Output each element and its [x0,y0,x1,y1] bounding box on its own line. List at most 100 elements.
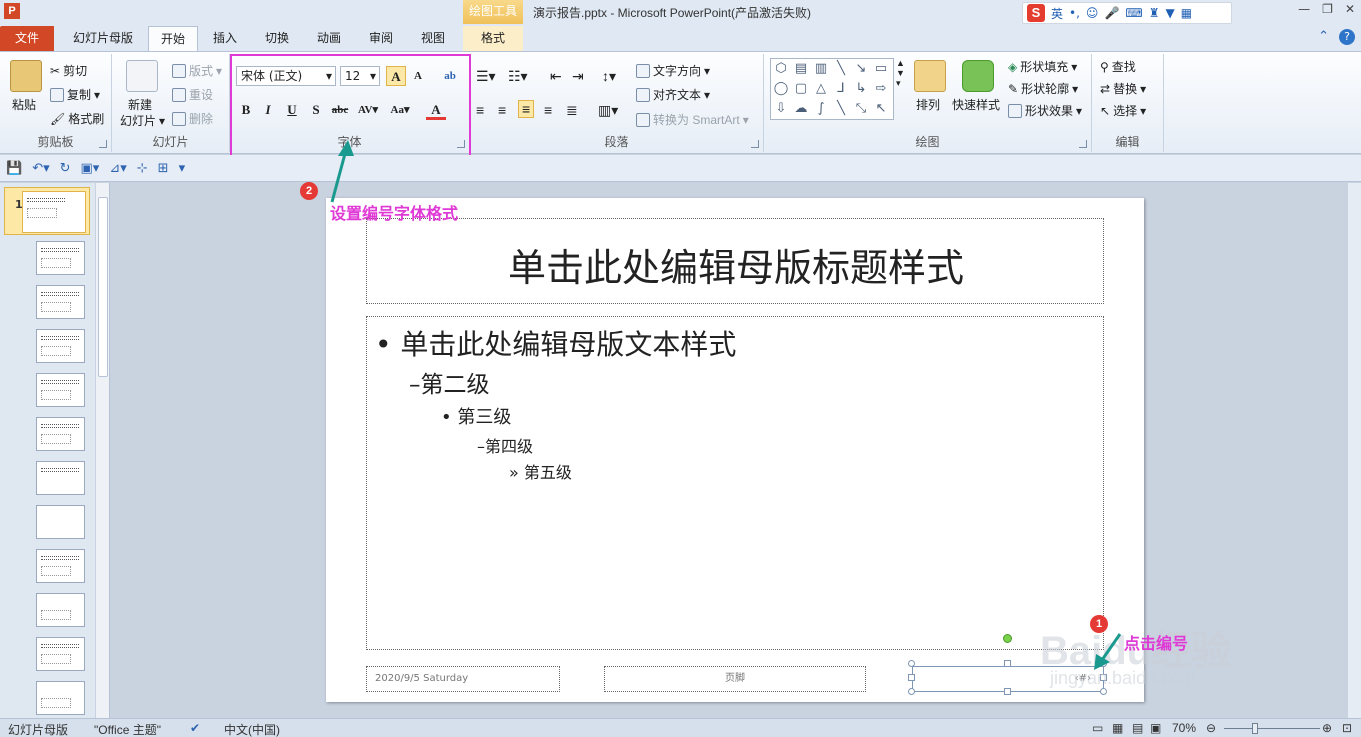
delete-button[interactable]: 删除 [172,110,213,127]
down-arrow-shape-icon[interactable]: ⇩ [771,99,791,119]
curve-shape-icon[interactable]: ∫ [811,99,831,119]
thumbnail-scrollbar[interactable] [95,183,109,718]
title-placeholder[interactable]: 单击此处编辑母版标题样式 [366,218,1104,304]
layout-thumbnail[interactable] [36,505,85,539]
align-left-icon[interactable]: ≡ [476,102,484,118]
thumbnail-scroll-thumb[interactable] [98,197,108,377]
customize-qat-icon[interactable]: ▾ [179,161,186,176]
tab-view[interactable]: 视图 [410,26,456,51]
paragraph-launcher-icon[interactable] [751,140,759,148]
drawing-launcher-icon[interactable] [1079,140,1087,148]
emoji-icon[interactable]: ☺ [1086,6,1099,20]
theme-indicator[interactable]: "Office 主题" [94,721,161,737]
layout-button[interactable]: 版式 ▾ [172,62,222,79]
help-icon[interactable]: ? [1339,29,1355,45]
layout-thumbnail[interactable] [36,417,85,451]
convert-smartart-button[interactable]: 转换为 SmartArt ▾ [636,111,749,128]
align-right-icon[interactable]: ≡ [518,100,535,118]
freeform-shape-icon[interactable]: ↖ [871,99,891,119]
quick-styles-icon[interactable] [962,60,994,92]
group-icon[interactable]: ⊞ [158,161,169,176]
rounded-rect-shape-icon[interactable]: ▢ [791,79,811,99]
slideshow-view-icon[interactable]: ▣ [1150,721,1161,735]
layout-thumbnail[interactable] [36,681,85,715]
columns-icon[interactable]: ▥▾ [598,102,618,119]
layout-thumbnail[interactable] [36,373,85,407]
tab-slide-master[interactable]: 幻灯片母版 [62,26,144,51]
arrange-button[interactable]: 排列 [916,96,940,113]
powerpoint-app-icon[interactable]: P [4,3,20,19]
tab-format[interactable]: 格式 [463,26,523,51]
shape-outline-button[interactable]: ✎ 形状轮廓 ▾ [1008,80,1078,97]
cloud-shape-icon[interactable]: ☁ [791,99,811,119]
skin-icon[interactable]: ♜ [1149,6,1160,20]
resize-handle[interactable] [1004,660,1011,667]
tab-transitions[interactable]: 切换 [254,26,300,51]
tab-review[interactable]: 审阅 [358,26,404,51]
elbow-connector-shape-icon[interactable]: ⅃ [831,79,851,99]
slide-master-thumbnail[interactable] [22,191,86,233]
reading-view-icon[interactable]: ▤ [1132,721,1143,735]
slideshow-icon[interactable]: ▣▾ [81,161,100,176]
layout-thumbnail[interactable] [36,461,85,495]
oval-shape-icon[interactable]: ◯ [771,79,791,99]
layout-thumbnail[interactable] [36,241,85,275]
line-shape-icon[interactable]: ╲ [831,59,851,79]
sorter-view-icon[interactable]: ▦ [1112,721,1123,735]
hexagon-shape-icon[interactable]: ⬡ [771,59,791,79]
restore-icon[interactable]: ❐ [1322,2,1333,16]
layout-thumbnail[interactable] [36,329,85,363]
keyboard-icon[interactable]: ⌨ [1125,6,1142,20]
gallery-scroll[interactable]: ▲ ▼ ▾ [896,58,905,89]
punctuation-icon[interactable]: •, [1069,6,1080,20]
tab-file[interactable]: 文件 [0,26,54,51]
find-button[interactable]: ⚲ 查找 [1100,58,1136,75]
right-arrow-shape-icon[interactable]: ⇨ [871,79,891,99]
shape-effects-button[interactable]: 形状效果 ▾ [1008,102,1082,119]
textbox-shape-icon[interactable]: ▤ [791,59,811,79]
collapse-ribbon-icon[interactable]: ⌃ [1318,29,1329,45]
new-slide-dropdown[interactable]: 幻灯片 ▾ [120,112,165,129]
resize-handle[interactable] [908,674,915,681]
tab-animations[interactable]: 动画 [306,26,352,51]
replace-button[interactable]: ⇄ 替换 ▾ [1100,80,1146,97]
date-placeholder[interactable]: 2020/9/5 Saturday [366,666,560,692]
decrease-indent-icon[interactable]: ⇤ [550,68,562,85]
elbow-arrow-shape-icon[interactable]: ↳ [851,79,871,99]
copy-button[interactable]: 复制 ▾ [50,86,100,103]
text-direction-button[interactable]: 文字方向 ▾ [636,62,710,79]
select-button[interactable]: ↖ 选择 ▾ [1100,102,1146,119]
shape-fill-button[interactable]: ◈ 形状填充 ▾ [1008,58,1077,75]
fit-to-window-icon[interactable]: ⊡ [1342,721,1352,735]
spellcheck-icon[interactable]: ✔ [190,721,200,735]
clipboard-launcher-icon[interactable] [99,140,107,148]
align-icon[interactable]: ⊿▾ [109,161,126,176]
zoom-slider-track[interactable] [1224,728,1320,729]
distribute-icon[interactable]: ⊹ [137,161,148,176]
increase-indent-icon[interactable]: ⇥ [572,68,584,85]
layout-thumbnail[interactable] [36,593,85,627]
layout-thumbnail[interactable] [36,549,85,583]
distribute-icon[interactable]: ≣ [566,102,578,119]
zoom-level[interactable]: 70% [1172,721,1196,735]
new-slide-icon[interactable] [126,60,158,92]
vertical-scrollbar[interactable] [1347,183,1361,718]
body-placeholder[interactable]: • 单击此处编辑母版文本样式 –第二级 • 第三级 –第四级 » 第五级 [366,316,1104,650]
arrow-line-shape-icon[interactable]: ↘ [851,59,871,79]
redo-icon[interactable]: ↻ [60,161,71,176]
normal-view-icon[interactable]: ▭ [1092,721,1103,735]
align-center-icon[interactable]: ≡ [498,102,506,118]
rectangle-shape-icon[interactable]: ▭ [871,59,891,79]
arrange-icon[interactable] [914,60,946,92]
quick-styles-button[interactable]: 快速样式 [952,96,1000,113]
tab-home[interactable]: 开始 [148,26,198,51]
minimize-icon[interactable]: — [1298,2,1310,16]
paste-button[interactable]: 粘贴 [12,96,36,113]
tab-insert[interactable]: 插入 [202,26,248,51]
diagonal-line-shape-icon[interactable]: ╲ [831,99,851,119]
layout-thumbnail[interactable] [36,285,85,319]
format-painter-button[interactable]: 🖌 格式刷 [50,110,104,127]
shapes-gallery[interactable]: ⬡ ▤ ▥ ╲ ↘ ▭ ◯ ▢ △ ⅃ ↳ ⇨ ⇩ ☁ ∫ ╲ ⤡ ↖ [770,58,894,120]
layout-thumbnail[interactable] [36,637,85,671]
paste-icon[interactable] [10,60,42,92]
